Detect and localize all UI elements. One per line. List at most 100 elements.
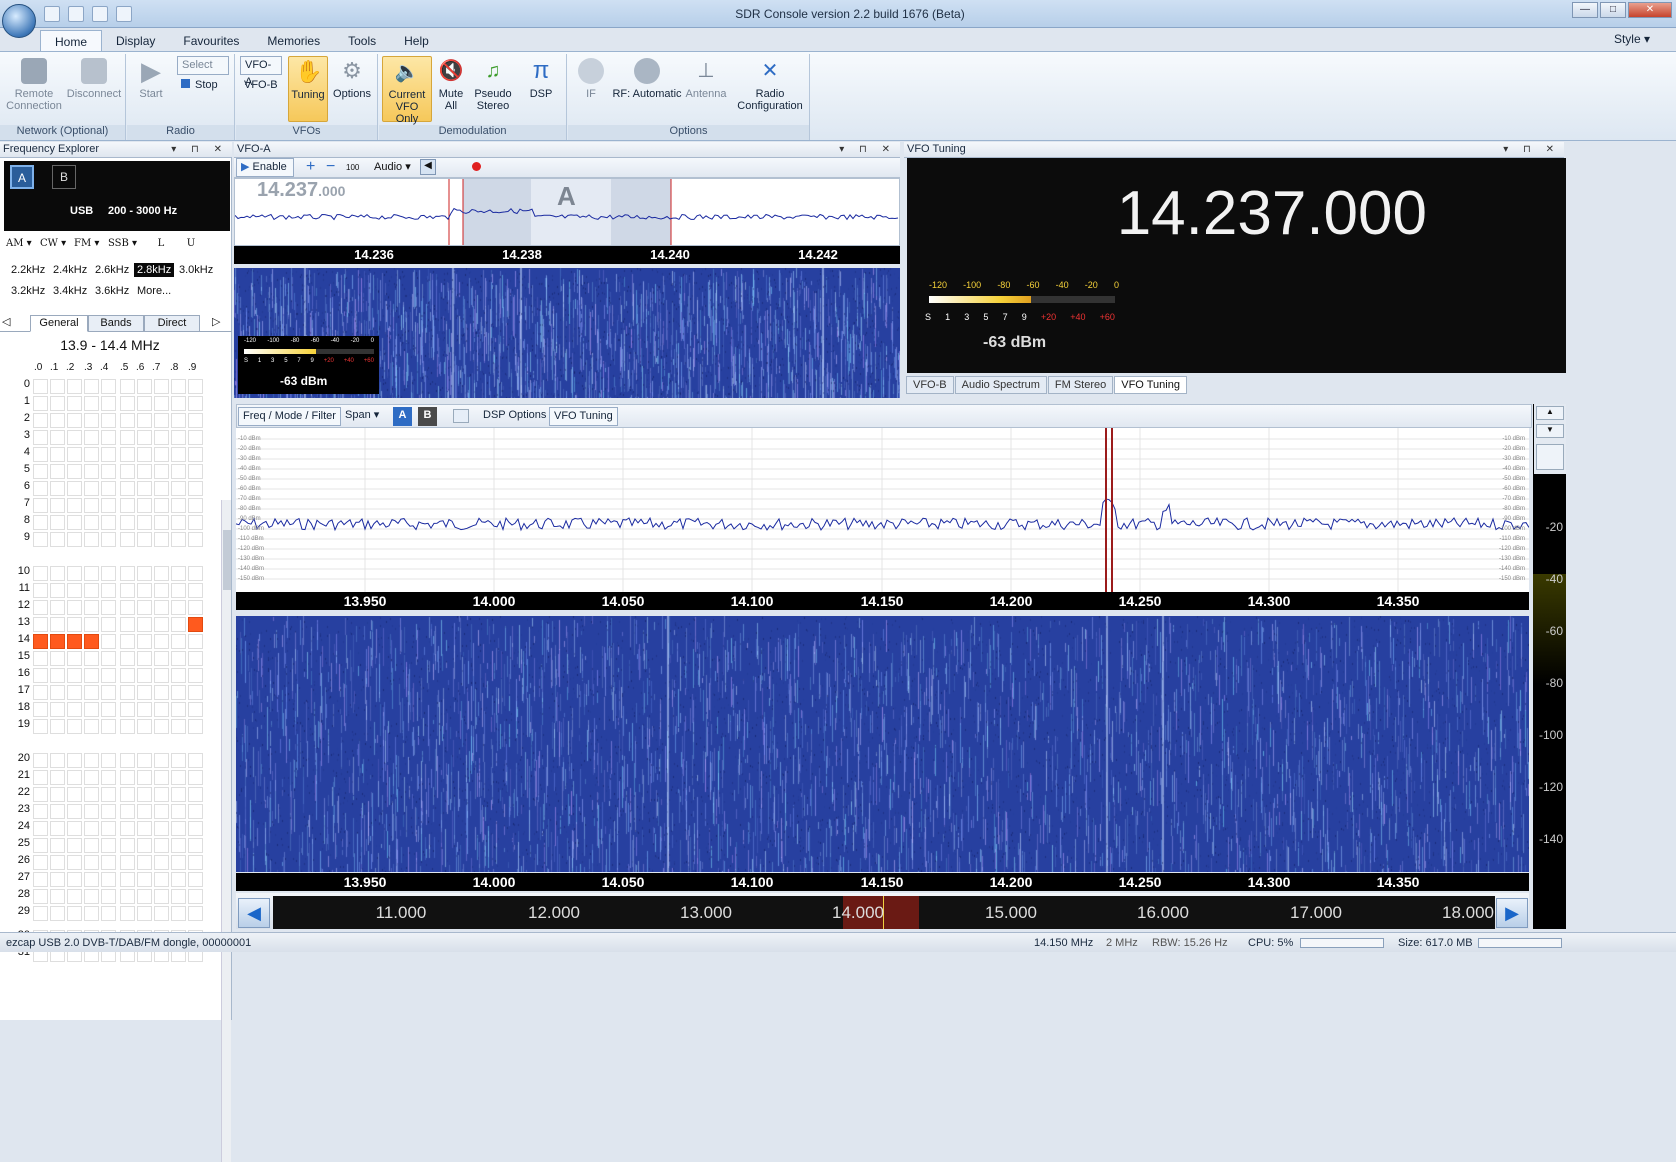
grid-cell[interactable] [154,617,169,632]
grid-cell[interactable] [33,787,48,802]
freq-mode-filter-button[interactable]: Freq / Mode / Filter [238,407,341,426]
grid-cell[interactable] [50,481,65,496]
grid-cell[interactable] [171,413,186,428]
grid-cell[interactable] [101,379,116,394]
waterfall-level-scale[interactable]: -20 -40 -60 -80 -100 -120 -140 [1533,404,1566,929]
grid-cell[interactable] [67,821,82,836]
grid-cell[interactable] [33,821,48,836]
main-spectrum[interactable]: -10 dBm -20 dBm -30 dBm -40 dBm -50 dBm -60 d… [236,428,1529,592]
tab-display[interactable]: Display [102,30,169,52]
grid-cell[interactable] [84,804,99,819]
grid-cell[interactable] [67,719,82,734]
grid-cell[interactable] [188,617,203,632]
grid-cell[interactable] [154,719,169,734]
grid-cell[interactable] [154,498,169,513]
grid-cell[interactable] [33,600,48,615]
span-dropdown[interactable]: Span ▾ [341,407,383,426]
grid-cell[interactable] [120,447,135,462]
zoom-out-icon[interactable]: − [326,158,335,176]
scroll-left-button[interactable]: ◀ [238,898,270,928]
vfo-a-toggle[interactable]: A [393,407,412,426]
grid-cell[interactable] [171,889,186,904]
enable-button[interactable]: ▶ Enable [236,158,294,177]
grid-cell[interactable] [171,583,186,598]
grid-cell[interactable] [171,719,186,734]
grid-cell[interactable] [188,583,203,598]
grid-cell[interactable] [50,617,65,632]
grid-cell[interactable] [188,787,203,802]
tab-bands[interactable]: Bands [88,315,144,332]
mode-fm[interactable]: FM ▾ [74,238,104,249]
grid-cell[interactable] [67,804,82,819]
grid-cell[interactable] [67,464,82,479]
grid-cell[interactable] [101,821,116,836]
grid-cell[interactable] [33,872,48,887]
grid-cell[interactable] [101,430,116,445]
grid-cell[interactable] [154,430,169,445]
grid-cell[interactable] [101,396,116,411]
bandwidth-3-4khz[interactable]: 3.4kHz [50,284,90,298]
grid-cell[interactable] [188,821,203,836]
grid-cell[interactable] [101,668,116,683]
grid-cell[interactable] [101,634,116,649]
grid-cell[interactable] [33,651,48,666]
grid-cell[interactable] [84,532,99,547]
grid-cell[interactable] [171,872,186,887]
grid-cell[interactable] [101,770,116,785]
grid-cell[interactable] [154,651,169,666]
grid-cell[interactable] [137,889,152,904]
grid-cell[interactable] [120,787,135,802]
grid-cell[interactable] [33,532,48,547]
grid-cell[interactable] [84,481,99,496]
speaker-icon[interactable]: ◀ [420,159,436,175]
grid-cell[interactable] [188,600,203,615]
grid-cell[interactable] [120,838,135,853]
grid-cell[interactable] [154,583,169,598]
grid-cell[interactable] [188,413,203,428]
grid-cell[interactable] [171,787,186,802]
grid-cell[interactable] [50,515,65,530]
grid-cell[interactable] [33,702,48,717]
grid-cell[interactable] [33,379,48,394]
grid-cell[interactable] [84,498,99,513]
grid-cell[interactable] [120,906,135,921]
grid-cell[interactable] [84,617,99,632]
grid-cell[interactable] [101,838,116,853]
select-button[interactable]: Select [177,56,229,75]
tab-scroll-right-icon[interactable]: ▷ [212,315,220,328]
grid-cell[interactable] [50,753,65,768]
grid-cell[interactable] [188,889,203,904]
grid-cell[interactable] [33,515,48,530]
grid-cell[interactable] [101,413,116,428]
disconnect-button[interactable]: Disconnect [64,56,124,100]
vfo-a-selector[interactable]: A [10,165,34,189]
grid-cell[interactable] [120,719,135,734]
grid-cell[interactable] [101,600,116,615]
grid-cell[interactable] [84,634,99,649]
grid-cell[interactable] [171,464,186,479]
grid-cell[interactable] [154,447,169,462]
grid-cell[interactable] [84,651,99,666]
grid-cell[interactable] [33,464,48,479]
grid-cell[interactable] [67,379,82,394]
grid-cell[interactable] [188,702,203,717]
grid-cell[interactable] [137,855,152,870]
grid-cell[interactable] [120,430,135,445]
grid-cell[interactable] [188,838,203,853]
grid-cell[interactable] [33,668,48,683]
grid-cell[interactable] [50,600,65,615]
style-menu[interactable]: Style ▾ [1614,32,1650,46]
grid-cell[interactable] [188,906,203,921]
app-menu-button[interactable] [2,4,36,38]
record-icon[interactable] [472,162,481,171]
grid-cell[interactable] [67,600,82,615]
grid-cell[interactable] [137,464,152,479]
grid-cell[interactable] [120,821,135,836]
grid-cell[interactable] [137,532,152,547]
grid-cell[interactable] [154,685,169,700]
grid-cell[interactable] [84,464,99,479]
scale-up-icon[interactable]: ▲ [1536,406,1564,420]
grid-cell[interactable] [67,787,82,802]
grid-cell[interactable] [171,634,186,649]
grid-cell[interactable] [188,770,203,785]
